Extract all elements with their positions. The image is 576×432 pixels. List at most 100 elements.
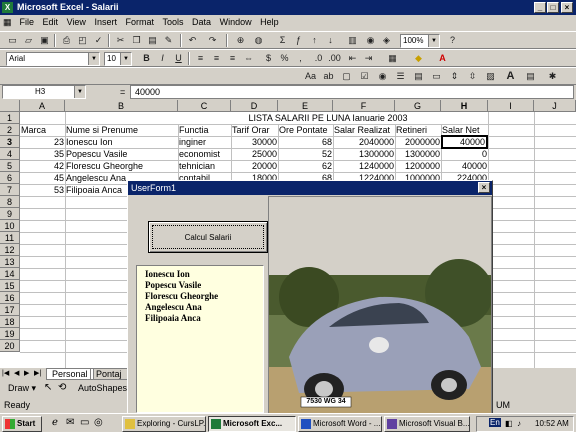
paste-icon[interactable]: ▤ (146, 34, 159, 47)
sort-descending-icon[interactable]: ↓ (324, 34, 337, 47)
header-cell[interactable]: Nume si Prenume (65, 124, 178, 136)
table-cell[interactable]: 20000 (231, 160, 278, 172)
formula-equals[interactable]: = (120, 87, 125, 97)
table-cell[interactable]: 62 (278, 160, 333, 172)
table-cell[interactable]: 1300000 (395, 148, 441, 160)
sheet-tab-personal[interactable]: Personal (46, 368, 94, 380)
row-header[interactable]: 7 (0, 184, 20, 196)
row-header[interactable]: 4 (0, 148, 20, 160)
language-indicator[interactable]: En (489, 418, 501, 427)
scrollbar-tool-icon[interactable]: ⇳ (466, 70, 479, 83)
font-color-icon[interactable]: A (436, 52, 449, 65)
table-cell[interactable]: 1300000 (333, 148, 395, 160)
row-header[interactable]: 14 (0, 268, 20, 280)
text-tool-icon[interactable]: A (504, 70, 517, 83)
row-header[interactable]: 19 (0, 328, 20, 340)
column-header[interactable]: D (231, 100, 278, 112)
column-header[interactable]: I (488, 100, 534, 112)
table-cell[interactable]: 25000 (231, 148, 278, 160)
row-header[interactable]: 18 (0, 316, 20, 328)
row-header[interactable]: 5 (0, 160, 20, 172)
tools-icon[interactable]: ✱ (546, 70, 559, 83)
hyperlink-icon[interactable]: ⊕ (234, 34, 247, 47)
tab-scroll-prev-icon[interactable]: ◀ (14, 369, 19, 377)
menu-window[interactable]: Window (217, 15, 255, 30)
table-cell[interactable]: 30000 (231, 136, 278, 148)
menu-edit[interactable]: Edit (40, 15, 62, 30)
table-cell[interactable]: 2000000 (395, 136, 441, 148)
table-cell[interactable]: 68 (278, 136, 333, 148)
undo-icon[interactable]: ↶ (186, 34, 199, 47)
table-cell[interactable]: 1240000 (333, 160, 395, 172)
table-cell[interactable]: economist (178, 148, 231, 160)
ie-quicklaunch-icon[interactable]: ℯ (52, 417, 58, 428)
new-icon[interactable]: ▭ (6, 34, 19, 47)
column-header[interactable]: A (20, 100, 65, 112)
column-header[interactable]: H (441, 100, 488, 112)
list-item[interactable]: Angelescu Ana (145, 302, 263, 313)
group-box-icon[interactable]: ▢ (340, 70, 353, 83)
print-icon[interactable]: ⎙ (60, 34, 73, 47)
row-header[interactable]: 13 (0, 256, 20, 268)
column-header[interactable]: G (395, 100, 441, 112)
open-icon[interactable]: ▱ (22, 34, 35, 47)
align-left-icon[interactable]: ≡ (194, 52, 207, 65)
table-cell[interactable]: 53 (20, 184, 65, 196)
table-cell[interactable]: 45 (20, 172, 65, 184)
chart-wizard-icon[interactable]: ▥ (346, 34, 359, 47)
maximize-button[interactable]: □ (547, 2, 559, 13)
percent-icon[interactable]: % (278, 52, 291, 65)
sort-ascending-icon[interactable]: ↑ (308, 34, 321, 47)
task-word[interactable]: Microsoft Word - ... (298, 416, 382, 432)
sheet-title-cell[interactable]: LISTA SALARII PE LUNA Ianuarie 2003 (178, 112, 478, 124)
header-cell[interactable]: Ore Pontate (278, 124, 333, 136)
minimize-button[interactable]: _ (534, 2, 546, 13)
table-cell[interactable]: 23 (20, 136, 65, 148)
italic-icon[interactable]: I (156, 52, 169, 65)
toggle-button-icon[interactable]: ▭ (430, 70, 443, 83)
table-cell[interactable]: 2040000 (333, 136, 395, 148)
task-excel[interactable]: Microsoft Exc... (208, 416, 296, 432)
table-cell[interactable]: Florescu Gheorghe (65, 160, 178, 172)
underline-icon[interactable]: U (172, 52, 185, 65)
align-right-icon[interactable]: ≡ (226, 52, 239, 65)
redo-icon[interactable]: ↷ (206, 34, 219, 47)
autoshapes-menu-button[interactable]: AutoShapes ▾ (78, 383, 134, 394)
row-header[interactable]: 15 (0, 280, 20, 292)
channels-quicklaunch-icon[interactable]: ◎ (94, 417, 103, 428)
formula-input[interactable]: 40000 (130, 85, 574, 99)
table-cell[interactable]: 1200000 (395, 160, 441, 172)
increase-decimal-icon[interactable]: .0 (312, 52, 325, 65)
name-box[interactable]: H3 ▼ (2, 85, 86, 99)
function-icon[interactable]: ƒ (292, 34, 305, 47)
table-cell[interactable]: inginer (178, 136, 231, 148)
table-cell[interactable]: Ionescu Ion (65, 136, 178, 148)
list-item[interactable]: Florescu Gheorghe (145, 291, 263, 302)
bold-icon[interactable]: B (140, 52, 153, 65)
decrease-indent-icon[interactable]: ⇤ (346, 52, 359, 65)
draw-menu-button[interactable]: Draw ▾ (8, 383, 36, 394)
table-cell[interactable]: tehnician (178, 160, 231, 172)
cut-icon[interactable]: ✂ (114, 34, 127, 47)
row-header[interactable]: 20 (0, 340, 20, 352)
row-header[interactable]: 17 (0, 304, 20, 316)
menu-format[interactable]: Format (122, 15, 157, 30)
checkbox-tool-icon[interactable]: ☑ (358, 70, 371, 83)
column-header[interactable]: F (333, 100, 395, 112)
currency-icon[interactable]: $ (262, 52, 275, 65)
label-tool-icon[interactable]: Aa (304, 70, 317, 83)
image-tool-icon[interactable]: ▨ (484, 70, 497, 83)
tray-icon[interactable]: ◧ (505, 419, 513, 428)
option-button-icon[interactable]: ◉ (376, 70, 389, 83)
spelling-icon[interactable]: ✓ (92, 34, 105, 47)
format-painter-icon[interactable]: ✎ (162, 34, 175, 47)
copy-icon[interactable]: ❐ (130, 34, 143, 47)
row-header[interactable]: 2 (0, 124, 20, 136)
header-cell[interactable]: Functia (178, 124, 231, 136)
row-header[interactable]: 8 (0, 196, 20, 208)
volume-icon[interactable]: ♪ (517, 419, 521, 428)
employee-listbox[interactable]: Ionescu Ion Popescu Vasile Florescu Gheo… (136, 265, 264, 413)
table-cell[interactable]: Popescu Vasile (65, 148, 178, 160)
menu-help[interactable]: Help (257, 15, 282, 30)
edit-box-icon[interactable]: ab (322, 70, 335, 83)
